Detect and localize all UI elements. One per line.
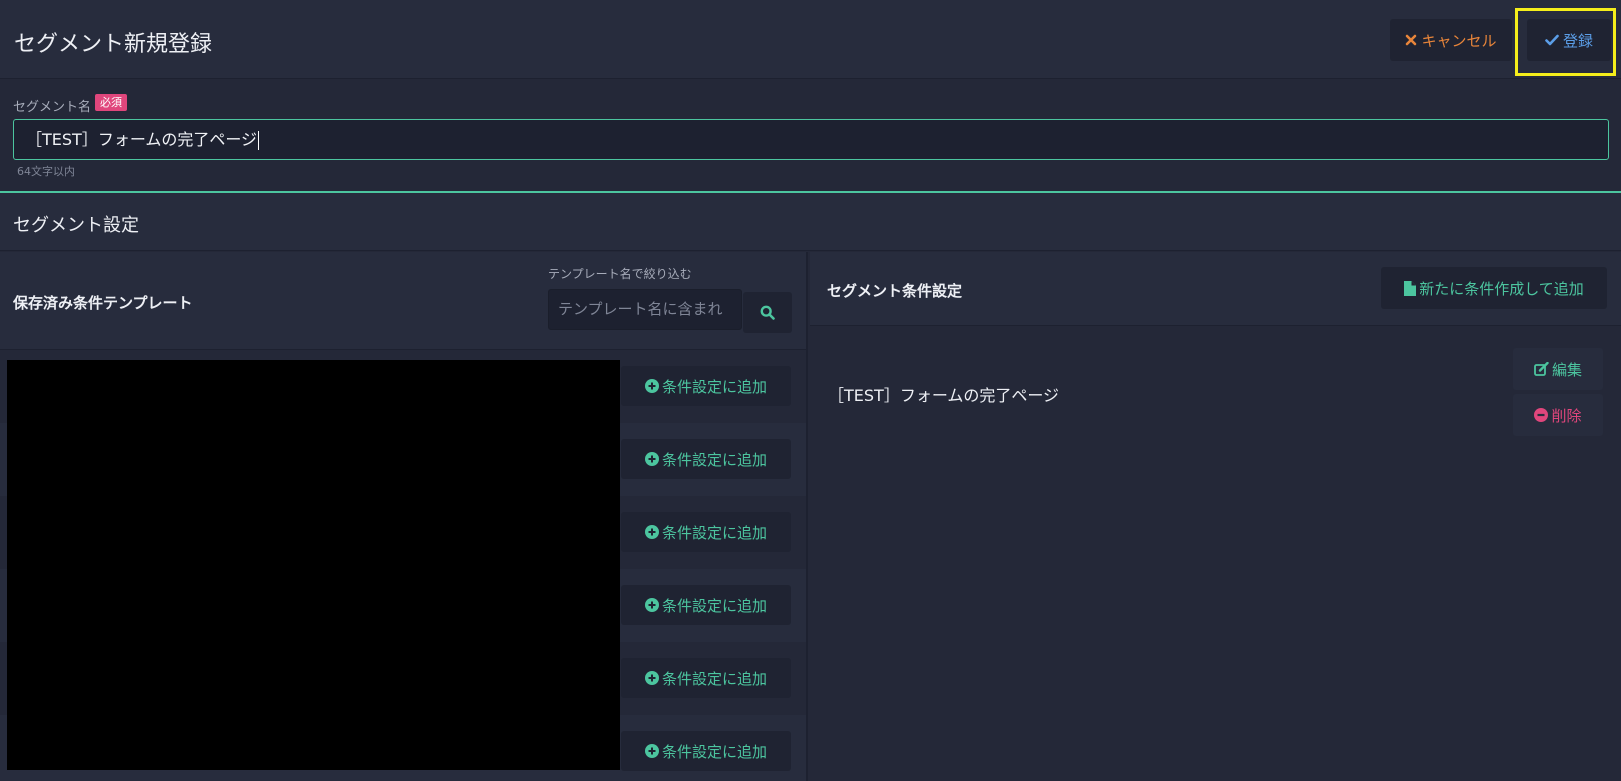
segment-conditions-title: セグメント条件設定: [827, 282, 963, 300]
add-to-conditions-button[interactable]: 条件設定に追加: [621, 512, 791, 552]
plus-circle-icon: [644, 379, 659, 393]
segment-settings-title: セグメント設定: [13, 215, 139, 236]
new-condition-button[interactable]: 新たに条件作成して追加: [1381, 267, 1607, 309]
add-to-conditions-button[interactable]: 条件設定に追加: [621, 731, 791, 771]
segment-settings-header: セグメント設定: [0, 193, 1621, 251]
segment-create-page: セグメント新規登録 キャンセル 登録 セグメント名 必須 ［TEST］フォームの…: [0, 0, 1621, 781]
add-to-conditions-label: 条件設定に追加: [661, 669, 767, 688]
edit-condition-button[interactable]: 編集: [1513, 348, 1603, 390]
add-to-conditions-label: 条件設定に追加: [661, 377, 767, 396]
add-to-conditions-label: 条件設定に追加: [661, 523, 767, 542]
redacted-template-names: [7, 360, 620, 770]
file-icon: [1404, 280, 1417, 296]
template-filter-input[interactable]: テンプレート名に含まれ: [548, 289, 742, 330]
add-to-conditions-button[interactable]: 条件設定に追加: [621, 439, 791, 479]
check-icon: [1545, 34, 1559, 46]
add-to-conditions-label: 条件設定に追加: [661, 742, 767, 761]
close-icon: [1405, 34, 1417, 46]
edit-condition-label: 編集: [1551, 360, 1582, 379]
text-caret: [258, 131, 260, 150]
page-title: セグメント新規登録: [14, 32, 213, 57]
template-filter-label: テンプレート名で絞り込む: [548, 267, 692, 281]
segment-conditions-panel: セグメント条件設定 新たに条件作成して追加 ［TEST］フォームの完了ページ 編…: [810, 252, 1621, 781]
plus-circle-icon: [644, 452, 659, 466]
required-badge: 必須: [95, 94, 127, 111]
add-to-conditions-label: 条件設定に追加: [661, 596, 767, 615]
minus-circle-icon: [1534, 408, 1549, 422]
cancel-button[interactable]: キャンセル: [1390, 19, 1512, 61]
saved-templates-header: 保存済み条件テンプレート テンプレート名で絞り込む テンプレート名に含まれ: [0, 252, 806, 350]
edit-icon: [1534, 362, 1549, 376]
cancel-button-label: キャンセル: [1421, 31, 1497, 50]
plus-circle-icon: [644, 598, 659, 612]
plus-circle-icon: [644, 744, 659, 758]
segment-name-value: ［TEST］フォームの完了ページ: [26, 130, 258, 149]
add-to-conditions-button[interactable]: 条件設定に追加: [621, 585, 791, 625]
plus-circle-icon: [644, 525, 659, 539]
saved-templates-panel: 保存済み条件テンプレート テンプレート名で絞り込む テンプレート名に含まれ 条件…: [0, 252, 808, 781]
segment-name-label: セグメント名: [13, 100, 92, 115]
segment-name-input[interactable]: ［TEST］フォームの完了ページ: [13, 119, 1609, 160]
template-search-button[interactable]: [743, 292, 792, 333]
delete-condition-label: 削除: [1551, 406, 1582, 425]
register-button-label: 登録: [1562, 31, 1593, 50]
saved-templates-title: 保存済み条件テンプレート: [13, 294, 193, 312]
condition-item-label: ［TEST］フォームの完了ページ: [828, 386, 1060, 405]
page-header: セグメント新規登録 キャンセル 登録: [0, 0, 1621, 79]
add-to-conditions-label: 条件設定に追加: [661, 450, 767, 469]
segment-name-hint: 64文字以内: [17, 165, 75, 178]
plus-circle-icon: [644, 671, 659, 685]
search-icon: [760, 305, 775, 320]
new-condition-label: 新たに条件作成して追加: [1419, 279, 1584, 298]
segment-conditions-header: セグメント条件設定 新たに条件作成して追加: [810, 252, 1621, 326]
add-to-conditions-button[interactable]: 条件設定に追加: [621, 658, 791, 698]
register-button[interactable]: 登録: [1527, 19, 1611, 61]
delete-condition-button[interactable]: 削除: [1513, 394, 1603, 436]
add-to-conditions-button[interactable]: 条件設定に追加: [621, 366, 791, 406]
